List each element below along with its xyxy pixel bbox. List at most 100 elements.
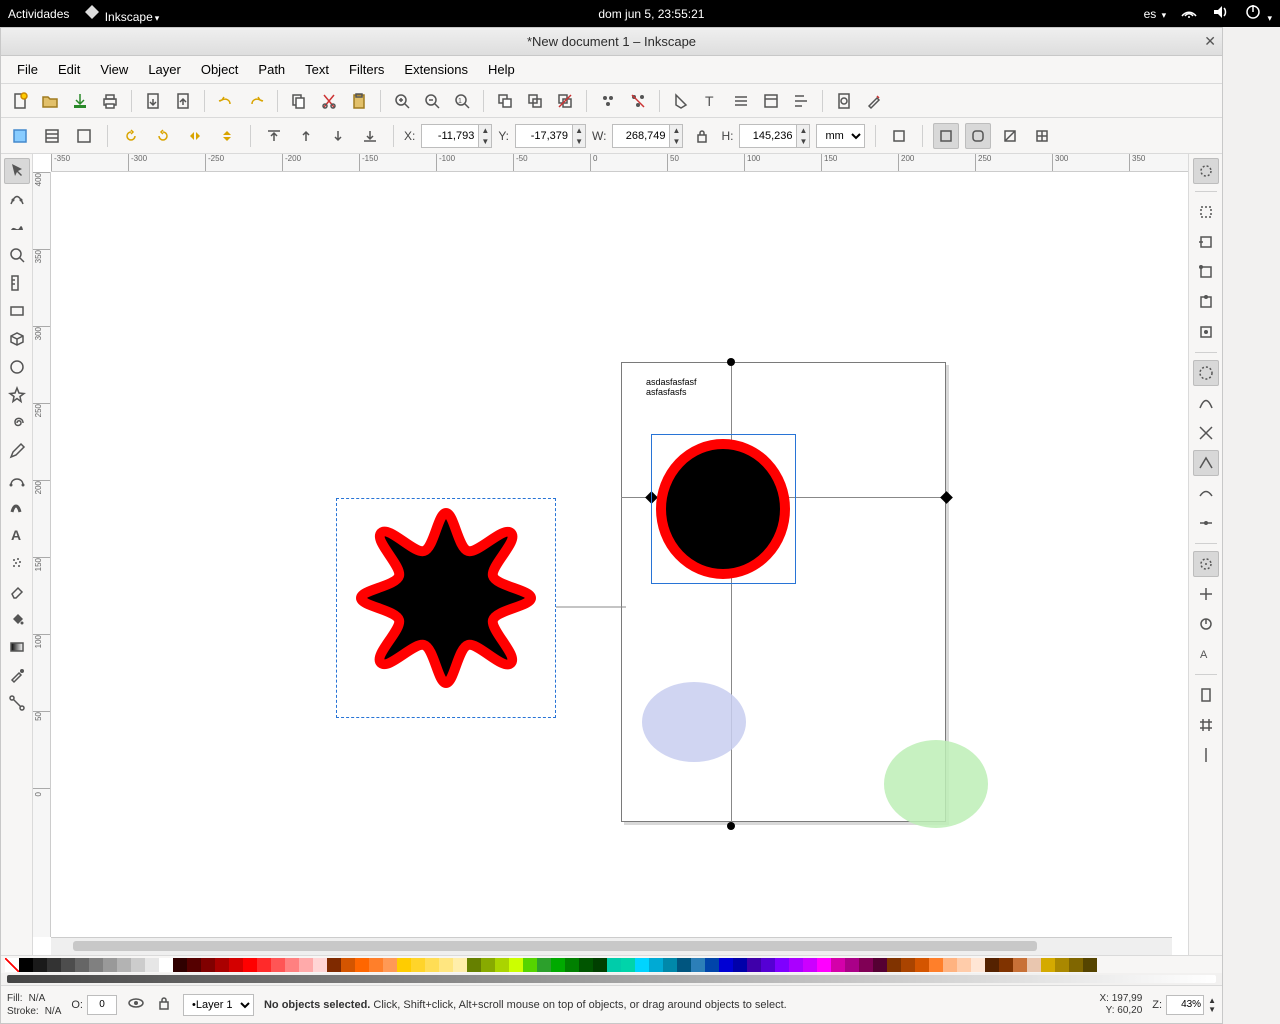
color-swatch[interactable] (383, 958, 397, 972)
scale-stroke-toggle[interactable] (933, 123, 959, 149)
ruler-horizontal[interactable]: -350-300-250-200-150-100-500501001502002… (51, 154, 1188, 172)
color-swatch[interactable] (131, 958, 145, 972)
align-dialog-button[interactable] (788, 88, 814, 114)
menu-object[interactable]: Object (191, 58, 249, 81)
snap-smooth-toggle[interactable] (1193, 480, 1219, 506)
color-swatch[interactable] (677, 958, 691, 972)
color-swatch[interactable] (607, 958, 621, 972)
zoom-control[interactable]: Z: ▲▼ (1152, 995, 1216, 1015)
pencil-tool[interactable] (4, 438, 30, 464)
ellipse-tool[interactable] (4, 354, 30, 380)
color-swatch[interactable] (705, 958, 719, 972)
undo-button[interactable] (213, 88, 239, 114)
color-swatch[interactable] (579, 958, 593, 972)
green-ellipse-object[interactable] (881, 737, 991, 832)
snap-bbox-midpoint-toggle[interactable] (1193, 289, 1219, 315)
fill-stroke-dialog-button[interactable] (668, 88, 694, 114)
color-swatch[interactable] (425, 958, 439, 972)
activities-button[interactable]: Actividades (8, 7, 69, 21)
menu-layer[interactable]: Layer (138, 58, 191, 81)
color-swatch[interactable] (215, 958, 229, 972)
color-swatch[interactable] (537, 958, 551, 972)
color-swatch[interactable] (243, 958, 257, 972)
color-swatch[interactable] (691, 958, 705, 972)
opacity-control[interactable]: O: (71, 995, 117, 1015)
color-swatch[interactable] (649, 958, 663, 972)
app-menu[interactable]: Inkscape▾ (83, 3, 159, 24)
color-swatch[interactable] (663, 958, 677, 972)
snap-page-toggle[interactable] (1193, 682, 1219, 708)
zoom-in-button[interactable] (389, 88, 415, 114)
power-icon[interactable]: ▾ (1244, 3, 1272, 24)
rotate-ccw-button[interactable] (118, 123, 144, 149)
color-swatch[interactable] (201, 958, 215, 972)
color-swatch[interactable] (103, 958, 117, 972)
color-swatch[interactable] (355, 958, 369, 972)
menu-filters[interactable]: Filters (339, 58, 394, 81)
canvas-text-object[interactable]: asdasfasfasfasfasfasfs (646, 377, 697, 397)
move-gradient-toggle[interactable] (997, 123, 1023, 149)
color-swatch[interactable] (929, 958, 943, 972)
network-icon[interactable] (1180, 3, 1198, 24)
color-swatch[interactable] (901, 958, 915, 972)
import-button[interactable] (140, 88, 166, 114)
lower-button[interactable] (325, 123, 351, 149)
menu-path[interactable]: Path (248, 58, 295, 81)
zoom-out-button[interactable] (419, 88, 445, 114)
rectangle-tool[interactable] (4, 298, 30, 324)
snap-grid-toggle[interactable] (1193, 712, 1219, 738)
color-swatch[interactable] (1069, 958, 1083, 972)
snap-bbox-corner-toggle[interactable] (1193, 259, 1219, 285)
text-tool[interactable]: A (4, 522, 30, 548)
flip-horizontal-button[interactable] (182, 123, 208, 149)
connector-tool[interactable] (4, 690, 30, 716)
color-swatch[interactable] (187, 958, 201, 972)
color-swatch[interactable] (369, 958, 383, 972)
ungroup-button[interactable] (625, 88, 651, 114)
spray-tool[interactable] (4, 550, 30, 576)
export-button[interactable] (170, 88, 196, 114)
node-tool[interactable] (4, 186, 30, 212)
snap-midpoint-toggle[interactable] (1193, 510, 1219, 536)
color-swatch[interactable] (495, 958, 509, 972)
deselect-button[interactable] (71, 123, 97, 149)
new-document-button[interactable] (7, 88, 33, 114)
color-swatch[interactable] (761, 958, 775, 972)
eraser-tool[interactable] (4, 578, 30, 604)
select-all-layers-button[interactable] (7, 123, 33, 149)
color-swatch[interactable] (1055, 958, 1069, 972)
selector-tool[interactable] (4, 158, 30, 184)
scale-corners-toggle[interactable] (965, 123, 991, 149)
color-swatch[interactable] (915, 958, 929, 972)
color-swatch[interactable] (327, 958, 341, 972)
lock-aspect-button[interactable] (689, 123, 715, 149)
color-swatch[interactable] (621, 958, 635, 972)
guide-anchor[interactable] (727, 358, 735, 366)
color-swatch[interactable] (859, 958, 873, 972)
select-layer-button[interactable] (39, 123, 65, 149)
cut-button[interactable] (316, 88, 342, 114)
scrollbar-horizontal[interactable] (51, 937, 1172, 955)
color-swatch[interactable] (719, 958, 733, 972)
snap-guide-toggle[interactable] (1193, 742, 1219, 768)
star-object[interactable] (336, 498, 556, 718)
gradient-tool[interactable] (4, 634, 30, 660)
menu-file[interactable]: File (7, 58, 48, 81)
fill-stroke-indicator[interactable]: Fill:N/A Stroke:N/A (7, 992, 61, 1018)
color-swatch[interactable] (467, 958, 481, 972)
color-swatch[interactable] (985, 958, 999, 972)
color-swatch[interactable] (523, 958, 537, 972)
color-swatch[interactable] (341, 958, 355, 972)
color-swatch[interactable] (439, 958, 453, 972)
open-button[interactable] (37, 88, 63, 114)
color-swatch[interactable] (1083, 958, 1097, 972)
color-swatch[interactable] (19, 958, 33, 972)
color-swatch[interactable] (33, 958, 47, 972)
color-swatch[interactable] (285, 958, 299, 972)
color-swatch[interactable] (299, 958, 313, 972)
color-swatch[interactable] (75, 958, 89, 972)
h-spin[interactable]: ▲▼ (739, 124, 810, 148)
color-swatch[interactable] (789, 958, 803, 972)
lower-to-bottom-button[interactable] (357, 123, 383, 149)
raise-to-top-button[interactable] (261, 123, 287, 149)
